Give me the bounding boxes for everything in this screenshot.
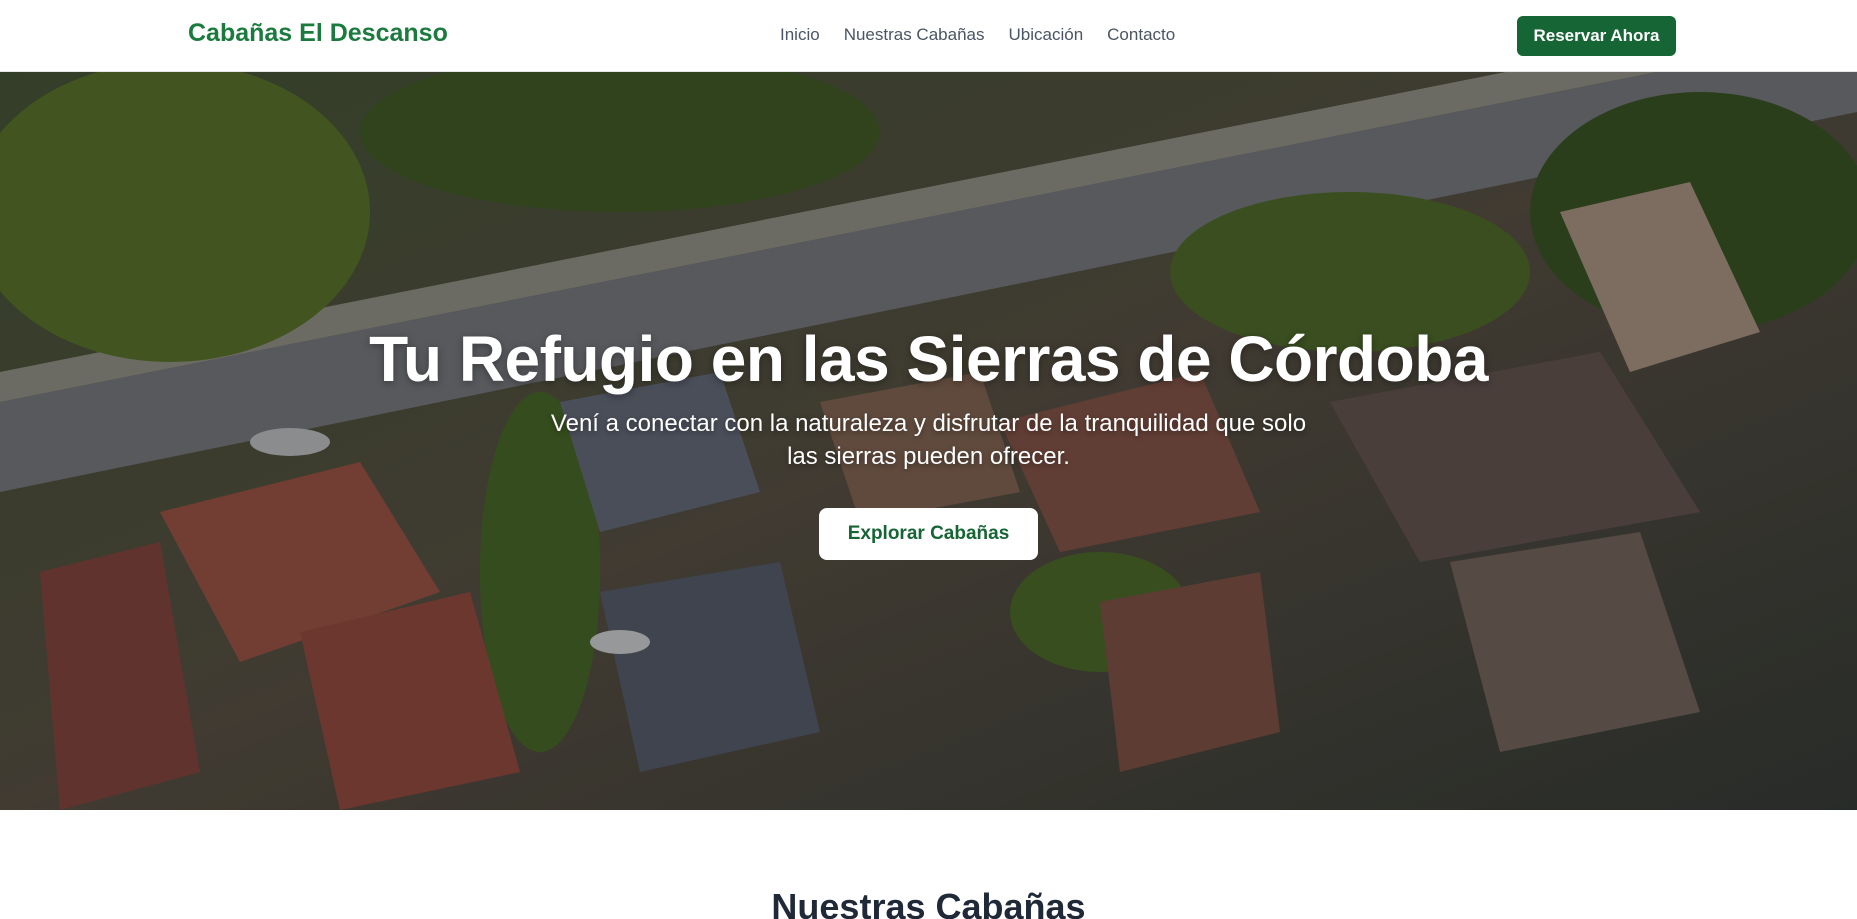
hero-subtitle: Vení a conectar con la naturaleza y disf… bbox=[550, 410, 1307, 470]
hero-section: Tu Refugio en las Sierras de Córdoba Ven… bbox=[0, 72, 1857, 810]
nav-menu: Inicio Nuestras Cabañas Ubicación Contac… bbox=[780, 25, 1175, 45]
brand-logo[interactable]: Cabañas El Descanso bbox=[188, 19, 448, 48]
nav-link-cabanas[interactable]: Nuestras Cabañas bbox=[844, 25, 985, 45]
section-title: Nuestras Cabañas bbox=[771, 886, 1086, 919]
nav-link-inicio[interactable]: Inicio bbox=[780, 25, 820, 45]
reserve-now-button[interactable]: Reservar Ahora bbox=[1517, 16, 1676, 56]
hero-content: Tu Refugio en las Sierras de Córdoba Ven… bbox=[0, 323, 1857, 561]
navbar: Cabañas El Descanso Inicio Nuestras Caba… bbox=[0, 0, 1857, 72]
nav-link-contacto[interactable]: Contacto bbox=[1107, 25, 1175, 45]
explore-cabins-button[interactable]: Explorar Cabañas bbox=[819, 508, 1038, 561]
hero-title: Tu Refugio en las Sierras de Córdoba bbox=[369, 323, 1488, 395]
nav-link-ubicacion[interactable]: Ubicación bbox=[1009, 25, 1084, 45]
